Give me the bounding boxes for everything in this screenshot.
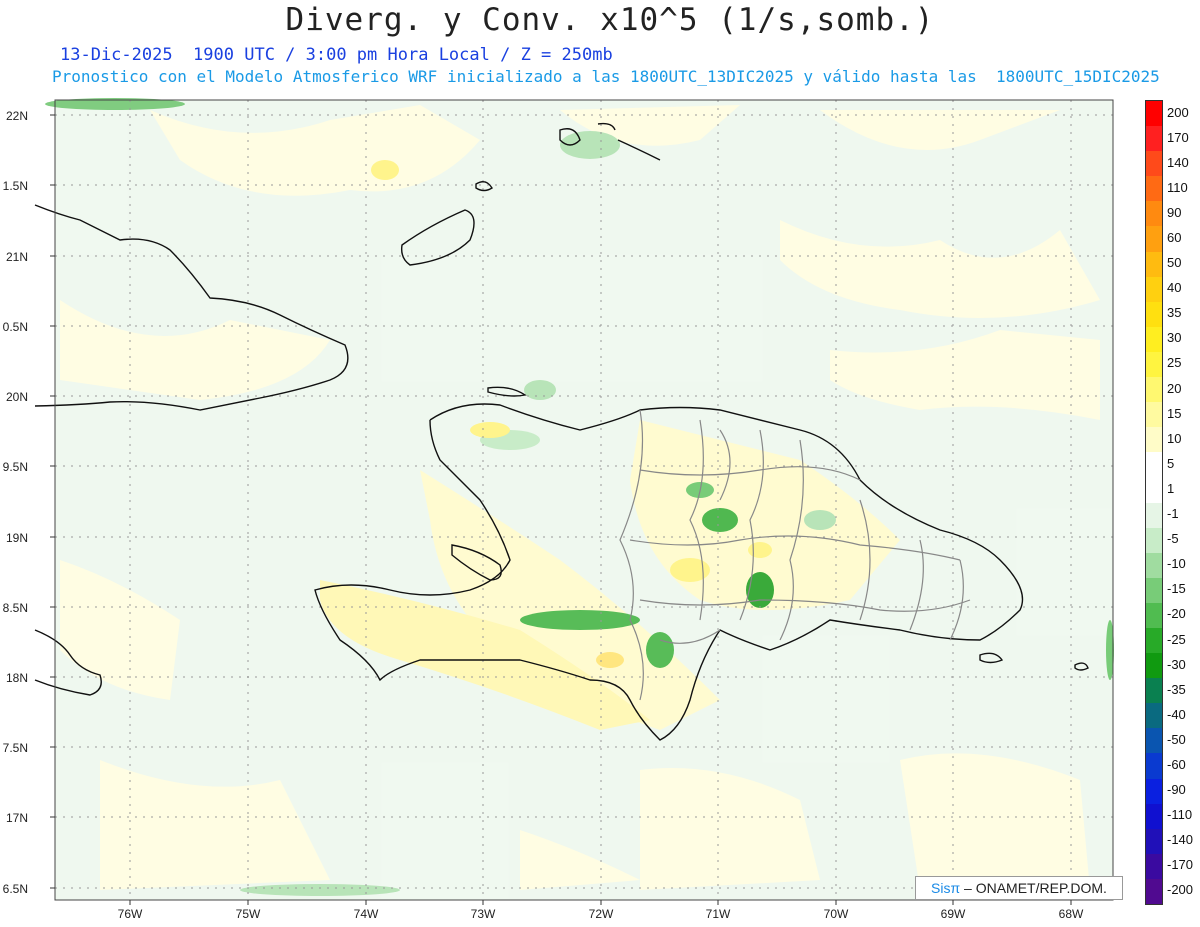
colorbar-swatch [1146,627,1162,654]
lat-label: 0.5N [3,320,28,334]
colorbar-swatch [1146,753,1162,779]
colorbar-swatch [1146,502,1162,528]
model-info: Pronostico con el Modelo Atmosferico WRF… [52,67,1160,86]
colorbar-label: -30 [1167,656,1186,672]
credit-org: – ONAMET/REP.DOM. [960,880,1107,896]
colorbar-label: 25 [1167,355,1182,371]
colorbar-label: -140 [1167,832,1194,848]
colorbar-label: 40 [1167,280,1182,296]
colorbar-swatch [1146,101,1162,127]
lon-label: 76W [118,907,143,921]
lon-label: 71W [706,907,731,921]
lon-label: 68W [1059,907,1084,921]
colorbar-swatch [1146,678,1162,704]
colorbar-label: -5 [1167,531,1179,547]
colorbar-label: -90 [1167,782,1186,798]
lon-label: 73W [471,907,496,921]
colorbar-label: 200 [1167,104,1189,120]
colorbar-swatch [1146,803,1162,829]
map-title: Diverg. y Conv. x10^5 (1/s,somb.) [285,2,935,38]
colorbar-label: -20 [1167,606,1186,622]
colorbar-label: 35 [1167,305,1182,321]
colorbar-label: -170 [1167,857,1194,873]
colorbar-swatch [1146,828,1162,854]
colorbar-swatch [1146,251,1162,277]
colorbar-label: -15 [1167,581,1186,597]
colorbar-label: -110 [1167,807,1193,823]
colorbar-swatch [1146,778,1162,804]
lat-label: 22N [6,109,28,123]
lon-label: 72W [589,907,614,921]
lat-label: 19N [6,531,28,545]
colorbar-label: -35 [1167,681,1186,697]
colorbar-swatch [1146,201,1162,227]
colorbar-swatch [1146,853,1162,879]
colorbar-swatch [1146,452,1162,478]
colorbar-label: 15 [1167,405,1182,421]
colorbar-label: -40 [1167,706,1186,722]
colorbar-swatch [1146,602,1162,628]
sis-logo-text: Sisπ [931,880,961,896]
colorbar-swatch [1146,552,1162,578]
lat-label: 17N [6,811,28,825]
colorbar-swatch [1146,402,1162,428]
colorbar-label: 60 [1167,230,1182,246]
colorbar-label: 20 [1167,380,1182,396]
colorbar-swatch [1146,577,1162,603]
colorbar-label: 1 [1167,480,1175,496]
colorbar-label: 5 [1167,455,1175,471]
divergence-map: 22N 1.5N 21N 0.5N 20N 9.5N 19N 8.5N 18N … [3,98,1114,921]
lat-labels: 22N 1.5N 21N 0.5N 20N 9.5N 19N 8.5N 18N … [3,109,28,896]
lat-label: 7.5N [3,741,28,755]
colorbar-label: 90 [1167,204,1182,220]
colorbar-swatch [1146,653,1162,679]
colorbar-swatch [1146,126,1162,152]
lon-label: 74W [354,907,379,921]
colorbar-label: 110 [1167,179,1188,195]
colorbar-label: -50 [1167,731,1186,747]
colorbar-swatch [1146,728,1162,754]
colorbar-swatch [1146,226,1162,252]
colorbar-swatch [1146,427,1162,453]
colorbar-label: -10 [1167,556,1186,572]
colorbar-swatch [1146,326,1162,352]
colorbar-label: -60 [1167,756,1186,772]
lon-label: 69W [941,907,966,921]
colorbar-swatch [1146,276,1162,302]
colorbar-label: 170 [1167,129,1189,145]
lon-label: 75W [236,907,261,921]
lat-label: 6.5N [3,882,28,896]
lon-label: 70W [824,907,849,921]
colorbar-swatch [1146,878,1162,904]
colorbar-swatch [1146,351,1162,378]
colorbar-label: 50 [1167,255,1182,271]
colorbar-swatch [1146,703,1162,729]
lat-label: 8.5N [3,601,28,615]
colorbar-label: 140 [1167,154,1189,170]
colorbar-swatch [1146,301,1162,327]
lat-label: 9.5N [3,460,28,474]
colorbar-swatch [1146,151,1162,177]
colorbar-label: -200 [1167,882,1194,898]
colorbar [1145,100,1163,905]
lat-label: 21N [6,250,28,264]
forecast-time: 13-Dic-2025 1900 UTC / 3:00 pm Hora Loca… [60,45,613,65]
colorbar-swatch [1146,527,1162,553]
lat-label: 18N [6,671,28,685]
colorbar-label: -25 [1167,631,1186,647]
colorbar-swatch [1146,176,1162,202]
lat-label: 20N [6,390,28,404]
colorbar-label: 30 [1167,330,1182,346]
credit-box: Sisπ – ONAMET/REP.DOM. [915,876,1123,900]
lat-label: 1.5N [3,179,28,193]
lon-labels: 76W 75W 74W 73W 72W 71W 70W 69W 68W [118,907,1084,921]
colorbar-label: 10 [1167,430,1182,446]
convergence-shading [55,100,1113,900]
colorbar-swatch [1146,477,1162,503]
colorbar-swatch [1146,377,1162,403]
colorbar-label: -1 [1167,506,1179,522]
